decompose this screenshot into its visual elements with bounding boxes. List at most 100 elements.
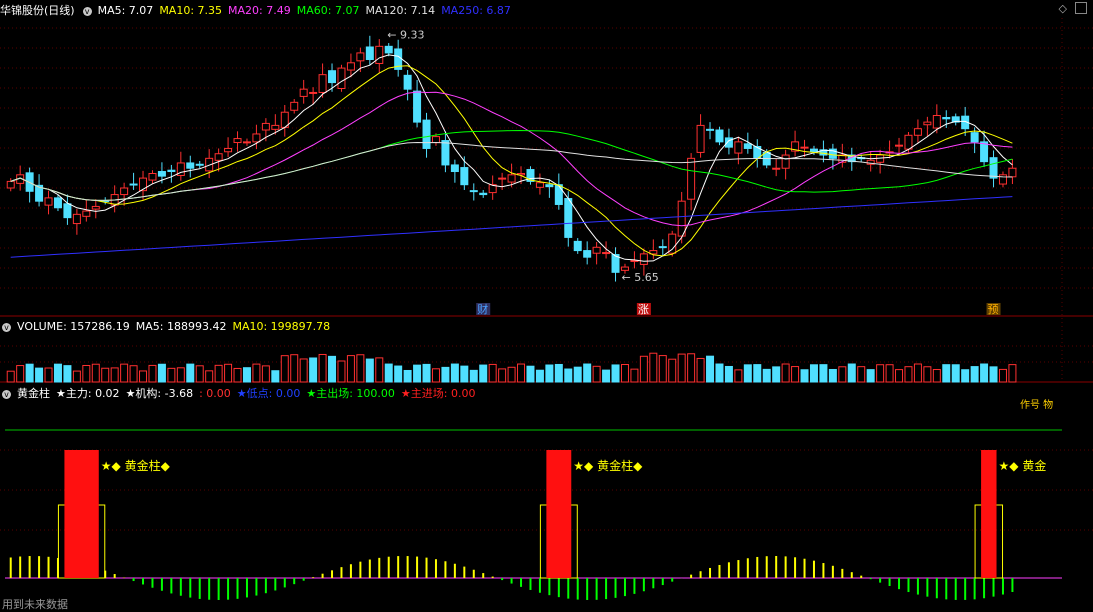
candle-body [82,210,91,217]
volume-legend: v VOLUME: 157286.19 MA5: 188993.42 MA10: 19… [0,320,336,333]
volume-circle-icon[interactable]: v [2,322,11,332]
volume-bar [346,355,355,383]
volume-bar [762,368,771,383]
candle-body [895,144,904,147]
candle-body [715,129,724,143]
candle-body [460,167,469,186]
volume-bar [772,366,781,383]
candle-body [545,184,554,188]
candle-body [290,101,299,111]
volume-bar [309,357,318,383]
volume-bar [753,364,762,383]
volume-ma10: MA10: 199897.78 [232,320,331,333]
candle-body [620,266,629,271]
candle-body [375,45,384,64]
candle-body [233,138,242,144]
volume-bar [422,363,431,383]
volume-bar [564,368,573,383]
ma-legend-2: MA20: 7.49 [228,4,291,17]
candle-body [365,46,374,61]
volume-bar [970,366,979,383]
volume-bar [394,365,403,383]
gold-pillar-2 [981,450,997,578]
volume-bar [450,363,459,383]
volume-bar [706,355,715,383]
candle-body [507,174,516,183]
candle-body [809,148,818,153]
volume-bar [998,368,1007,383]
volume-bar [658,355,667,383]
volume-bar [535,369,544,383]
low-label: ← 5.65 [622,271,659,284]
volume-bar [743,364,752,383]
volume-bar [53,363,62,383]
candle-body [450,164,459,173]
volume-bar [620,364,629,383]
volume-bar [261,365,270,383]
volume-bar [904,366,913,383]
volume-bar [687,353,696,383]
stock-chart: ★◆ 黄金柱◆ ★◆ 黄金柱◆ ★◆ 黄金 ← 9.33 ← 5.65 财 涨 预作号 物 [0,18,1093,600]
candle-body [6,180,15,189]
volume-bar [205,370,214,383]
volume-bar [885,364,894,383]
volume-bar [139,370,148,383]
candle-body [564,198,573,238]
candle-body [422,119,431,149]
candle-body [743,143,752,149]
volume-bar [460,365,469,383]
indicator-item-1: ★机构: -3.68 [125,387,194,400]
candle-body [224,147,233,153]
indicator-item-0: ★主力: 0.02 [56,387,120,400]
volume-bar [545,364,554,383]
candle-body [980,141,989,163]
candle-body [252,133,261,143]
volume-bar [942,364,951,383]
volume-bar [592,365,601,383]
volume-bar [242,367,251,383]
candle-body [309,91,318,94]
close-box-icon[interactable] [1075,2,1087,14]
diamond-icon[interactable]: ◇ [1059,2,1067,15]
volume-bar [724,365,733,383]
gold-pillar-1 [546,450,572,578]
ma-legend-3: MA60: 7.07 [296,4,360,17]
volume-bar [413,364,422,383]
indicator-items: ★主力: 0.02 ★机构: -3.68: 0.00 ★低点: 0.00 ★主出场: … [56,387,481,400]
volume-bar [809,364,818,383]
volume-bar [847,363,856,383]
marker-1: 涨 [638,303,649,316]
volume-bar [791,366,800,383]
indicator-circle-icon[interactable]: v [2,389,11,399]
candle-body [299,88,308,97]
candle-body [44,197,53,206]
candle-body [696,124,705,153]
candle-body [469,190,478,193]
volume-bar [526,365,535,383]
high-label: ← 9.33 [387,28,424,41]
volume-bar [280,355,289,383]
volume-bar [318,353,327,383]
candle-body [53,197,62,209]
volume-bar [980,363,989,383]
volume-bar [876,364,885,383]
candle-body [706,128,715,131]
candle-body [923,121,932,126]
volume-bar [961,369,970,383]
volume-bar [82,364,91,383]
volume-bar [101,367,110,383]
volume-bar [195,365,204,383]
ma-legend-0: MA5: 7.07 [97,4,154,17]
candle-body [186,162,195,169]
volume-bar [328,355,337,383]
volume-bar [356,354,365,383]
volume-bar [44,367,53,383]
candle-body [1008,167,1017,178]
candle-body [441,140,450,166]
candle-body [989,157,998,179]
candle-body [668,233,677,254]
settings-circle-icon[interactable]: v [82,6,92,16]
marker-0: 财 [477,302,488,316]
volume-title: VOLUME: 157286.19 [17,320,130,333]
volume-bar [16,365,25,383]
